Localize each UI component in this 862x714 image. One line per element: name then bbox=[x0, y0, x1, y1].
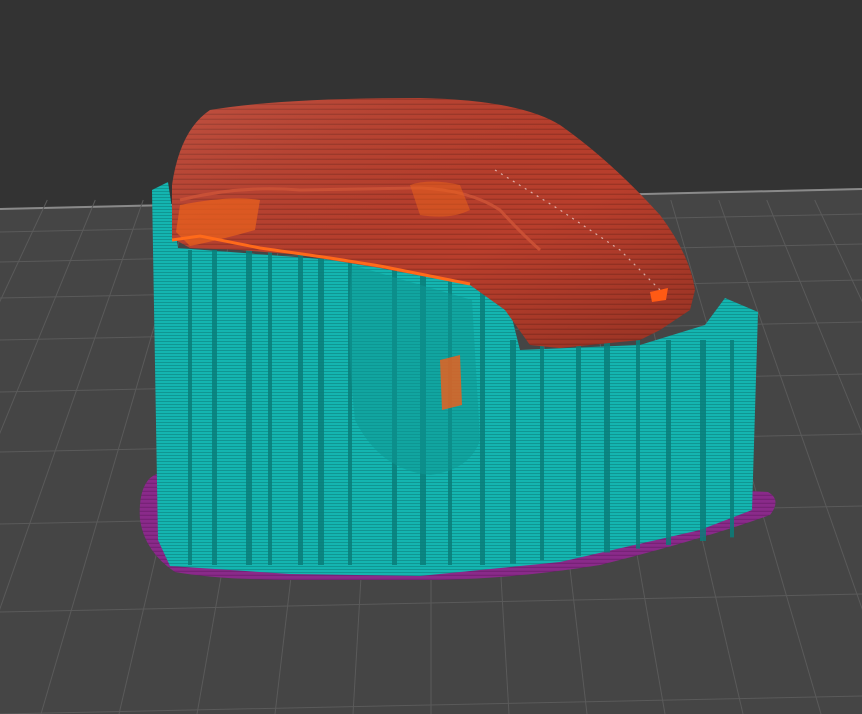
support-gap bbox=[318, 250, 324, 565]
support-gap bbox=[576, 340, 581, 556]
support-gap bbox=[480, 270, 485, 565]
support-gap bbox=[188, 250, 192, 565]
support-gap bbox=[212, 250, 217, 565]
support-gap bbox=[246, 250, 252, 565]
support-gap bbox=[268, 250, 272, 565]
support-gap bbox=[298, 250, 303, 565]
support-gap bbox=[540, 340, 544, 561]
support-gap bbox=[700, 340, 706, 541]
support-gap bbox=[666, 340, 671, 546]
support-gap bbox=[730, 340, 734, 538]
support-gap bbox=[636, 340, 640, 549]
support-gap bbox=[510, 340, 516, 564]
support-gap bbox=[604, 340, 610, 553]
slicer-3d-viewport[interactable] bbox=[0, 0, 862, 714]
layer-preview-canvas[interactable] bbox=[0, 0, 862, 714]
